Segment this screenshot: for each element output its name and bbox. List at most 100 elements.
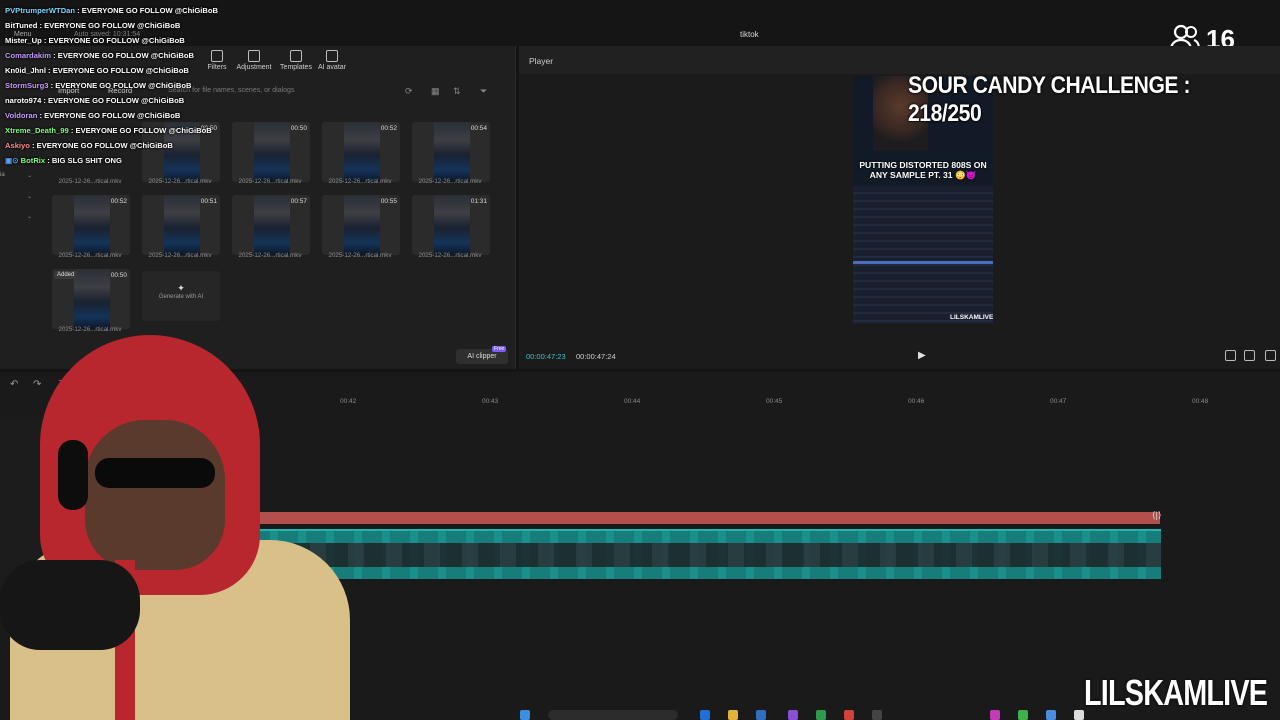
taskbar-search[interactable]	[548, 710, 678, 720]
chevron-down-icon: ⌄	[27, 173, 33, 179]
challenge-overlay: SOUR CANDY CHALLENGE : 218/250	[908, 72, 1191, 127]
chat-text: EVERYONE GO FOLLOW @ChiGiBoB	[81, 6, 219, 15]
badge-icon: ▣⊙	[5, 156, 19, 165]
media-clip[interactable]: 00:57	[232, 195, 310, 255]
clip-name: 2025-12-26...rtical.mkv	[418, 252, 482, 259]
webcam-face	[85, 420, 225, 570]
tool-label: Templates	[280, 64, 312, 71]
media-clip[interactable]: 00:52	[322, 122, 400, 182]
chat-text: BIG SLG SHIT ONG	[51, 156, 122, 165]
total-timecode: 00:00:47:24	[576, 352, 616, 361]
ruler-tick: 00:44	[624, 398, 641, 405]
taskbar-app-icon[interactable]	[1074, 710, 1084, 720]
chat-username: Voldoran	[5, 111, 38, 120]
taskbar-app-icon[interactable]	[788, 710, 798, 720]
current-timecode: 00:00:47:23	[526, 352, 566, 361]
clip-duration: 00:51	[200, 198, 217, 205]
fullscreen-icon[interactable]	[1265, 350, 1276, 361]
taskbar-app-icon[interactable]	[1018, 710, 1028, 720]
taskbar-app-icon[interactable]	[756, 710, 766, 720]
chat-message: ▣⊙ BotRix : BIG SLG SHIT ONG	[5, 156, 122, 165]
chat-username: BotRix	[20, 156, 46, 165]
chat-text: EVERYONE GO FOLLOW @ChiGiBoB	[36, 141, 173, 150]
clip-duration: 00:52	[110, 198, 127, 205]
player-title: Player	[529, 56, 554, 66]
clip-duration: 00:50	[110, 272, 127, 279]
chat-message: Askiyo : EVERYONE GO FOLLOW @ChiGiBoB	[5, 141, 173, 150]
clip-name: 2025-12-26...rtical.mkv	[328, 252, 392, 259]
clip-name: 2025-12-26...rtical.mkv	[328, 178, 392, 185]
tool-label: Adjustment	[236, 64, 272, 71]
clip-duration: 00:55	[380, 198, 397, 205]
clip-name: 2025-12-26...rtical.mkv	[238, 252, 302, 259]
clip-name: 2025-12-26...rtical.mkv	[58, 252, 122, 259]
chat-message: PVPtrumperWTDan : EVERYONE GO FOLLOW @Ch…	[5, 6, 219, 15]
generate-ai-label: Generate with AI	[158, 294, 204, 300]
taskbar-app-icon[interactable]	[844, 710, 854, 720]
ruler-tick: 00:48	[1192, 398, 1209, 405]
taskbar-app-icon[interactable]	[990, 710, 1000, 720]
taskbar-app-icon[interactable]	[1046, 710, 1056, 720]
chat-text: EVERYONE GO FOLLOW @ChiGiBoB	[44, 111, 181, 120]
video-track[interactable]	[250, 529, 1161, 579]
taskbar-app-icon[interactable]	[872, 710, 882, 720]
chat-username: Askiyo	[5, 141, 30, 150]
tool-ai-avatar[interactable]: AI avatar	[312, 50, 352, 71]
ruler-tick: 00:45	[766, 398, 783, 405]
sort-icon[interactable]: ⇅	[453, 86, 461, 97]
media-clip[interactable]: Added 00:50	[52, 269, 130, 329]
media-clip[interactable]: 01:31	[412, 195, 490, 255]
chat-username: Comardakim	[5, 51, 52, 60]
clip-duration: 00:52	[380, 125, 397, 132]
added-badge: Added	[54, 271, 78, 279]
filter-icon[interactable]: ⏷	[480, 86, 487, 97]
media-clip[interactable]: 00:50	[232, 122, 310, 182]
ai-avatar-icon	[326, 50, 338, 62]
play-icon[interactable]: ▶	[918, 350, 926, 361]
clip-duration: 00:57	[290, 198, 307, 205]
clip-name: 2025-12-26...rtical.mkv	[418, 178, 482, 185]
tool-filters[interactable]: Filters	[197, 50, 237, 71]
chat-username: BitTuned	[5, 21, 38, 30]
chat-username: Kn0id_Jhnl	[5, 66, 46, 75]
chat-text: EVERYONE GO FOLLOW @ChiGiBoB	[52, 66, 189, 75]
grid-view-icon[interactable]: ▦	[431, 86, 440, 97]
refresh-icon[interactable]: ⟳	[405, 86, 413, 97]
chat-message: BitTuned : EVERYONE GO FOLLOW @ChiGiBoB	[5, 21, 181, 30]
tool-adjustment[interactable]: Adjustment	[234, 50, 274, 71]
preview-watermark: LILSKAMLIVE	[950, 314, 994, 321]
tool-label: AI avatar	[317, 64, 346, 71]
media-clip[interactable]: 00:54	[412, 122, 490, 182]
crop-icon[interactable]	[1225, 350, 1236, 361]
undo-icon[interactable]: ↶	[10, 379, 18, 390]
chat-username: naroto974	[5, 96, 42, 105]
ruler-tick: 00:46	[908, 398, 925, 405]
playhead-handle[interactable]: ⟨|⟩	[1152, 510, 1164, 526]
chat-username: Mister_Up	[5, 36, 42, 45]
taskbar-app-icon[interactable]	[700, 710, 710, 720]
webcam-microphone	[0, 560, 140, 650]
media-clip[interactable]: 00:51	[142, 195, 220, 255]
chat-message: Mister_Up : EVERYONE GO FOLLOW @ChiGiBoB	[5, 36, 185, 45]
ratio-icon[interactable]	[1244, 350, 1255, 361]
folder-icon[interactable]	[728, 710, 738, 720]
chat-message: Xtreme_Death_99 : EVERYONE GO FOLLOW @Ch…	[5, 126, 212, 135]
sparkle-icon: ✦	[177, 283, 185, 293]
media-clip[interactable]: 00:52	[52, 195, 130, 255]
window-title: tiktok	[740, 30, 759, 39]
redo-icon[interactable]: ↷	[33, 379, 41, 390]
streamer-brand: LILSKAMLIVE	[1084, 672, 1268, 713]
generate-with-ai-button[interactable]: ✦ Generate with AI	[142, 271, 220, 321]
webcam-sunglasses	[95, 458, 215, 488]
chevron-down-icon: ⌄	[27, 194, 33, 200]
chat-username: Xtreme_Death_99	[5, 126, 69, 135]
chat-text: EVERYONE GO FOLLOW @ChiGiBoB	[55, 81, 192, 90]
chat-message: StormSurg3 : EVERYONE GO FOLLOW @ChiGiBo…	[5, 81, 192, 90]
chat-text: EVERYONE GO FOLLOW @ChiGiBoB	[44, 21, 181, 30]
windows-start-icon[interactable]	[520, 710, 530, 720]
clip-duration: 01:31	[470, 198, 487, 205]
tool-templates[interactable]: Templates	[276, 50, 316, 71]
media-clip[interactable]: 00:55	[322, 195, 400, 255]
chat-text: EVERYONE GO FOLLOW @ChiGiBoB	[48, 96, 185, 105]
taskbar-app-icon[interactable]	[816, 710, 826, 720]
